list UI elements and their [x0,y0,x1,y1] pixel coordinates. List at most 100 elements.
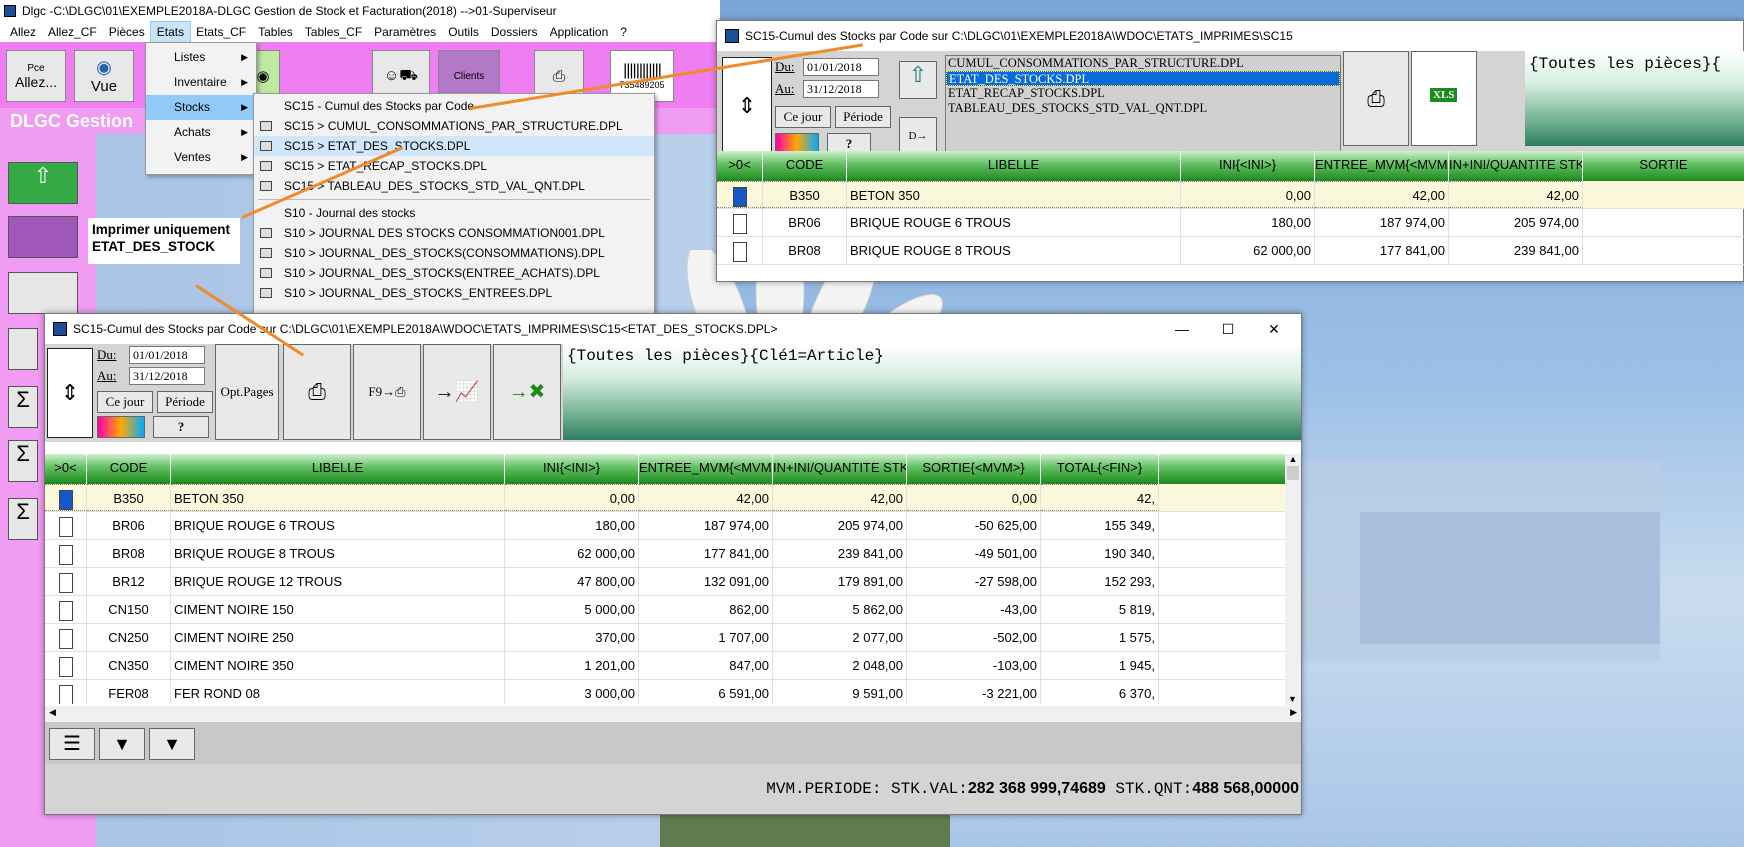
filter-l-button[interactable]: ▼ [149,728,195,760]
menu--[interactable]: ? [614,22,633,42]
dpl-file-item[interactable]: CUMUL_CONSOMMATIONS_PAR_STRUCTURE.DPL [946,56,1340,71]
row-checkbox-cell[interactable] [45,512,87,539]
scroll-thumb[interactable] [1287,466,1299,480]
dpl-file-list[interactable]: CUMUL_CONSOMMATIONS_PAR_STRUCTURE.DPL ETA… [945,55,1341,155]
table-row[interactable]: BR08 BRIQUE ROUGE 8 TROUS 62 000,00 177 841… [717,237,1744,265]
menu-application[interactable]: Application [544,22,615,42]
grid-col-header[interactable]: TOTAL{<FIN>} [1041,454,1159,484]
periode-button[interactable]: Période [835,106,891,128]
menu-etats[interactable]: Etats [149,21,192,43]
chart-export-button[interactable]: →📈 [423,344,491,440]
row-checkbox[interactable] [58,656,73,677]
horizontal-scrollbar[interactable]: ◀ ▶ [45,706,1301,722]
side-up-arrow-button[interactable]: ⇧ [8,162,78,204]
side-sigma-button[interactable]: Σ [8,498,38,540]
etats-menu-item-stocks[interactable]: Stocks ▶ [146,95,256,120]
vue-button[interactable]: ◉ Vue [74,50,134,102]
menu-tables[interactable]: Tables [252,22,299,42]
grid-col-header[interactable]: INI{<INI>} [1181,151,1315,181]
grid-col-header[interactable]: INI{<INI>} [505,454,639,484]
stocks-submenu-item[interactable]: SC15 - Cumul des Stocks par Code [254,96,654,116]
stocks-submenu-item[interactable]: SC15 > ETAT_RECAP_STOCKS.DPL [254,156,654,176]
etats-menu-item-achats[interactable]: Achats ▶ [146,120,256,145]
row-checkbox[interactable] [58,628,73,649]
table-row[interactable]: BR12 BRIQUE ROUGE 12 TROUS 47 800,00 132 09… [45,568,1285,596]
grid-col-header[interactable]: IN+INI/QUANTITE STK/SF [1449,151,1583,181]
menu-outils[interactable]: Outils [442,22,485,42]
row-checkbox-cell[interactable] [45,596,87,623]
table-row[interactable]: CN150 CIMENT NOIRE 150 5 000,00 862,00 5 862… [45,596,1285,624]
scroll-right-icon[interactable]: ▶ [1290,707,1297,718]
menu-pi-ces[interactable]: Pièces [103,22,151,42]
table-row[interactable]: FER08 FER ROND 08 3 000,00 6 591,00 9 591,00… [45,680,1285,704]
grid-col-header[interactable]: CODE [763,151,847,181]
upload-button[interactable]: ⇧ [899,61,937,99]
side-sigma-button[interactable]: Σ [8,440,38,482]
grid-col-header[interactable]: LIBELLE [847,151,1181,181]
etats-menu-item-listes[interactable]: Listes ▶ [146,45,256,70]
opt-pages-button[interactable]: Opt.Pages [215,344,279,440]
table-row[interactable]: BR06 BRIQUE ROUGE 6 TROUS 180,00 187 974,00… [717,209,1744,237]
dpl-file-item[interactable]: ETAT_DES_STOCKS.DPL [946,71,1340,86]
row-checkbox-cell[interactable] [45,652,87,679]
du-date-input[interactable]: 01/01/2018 [803,58,879,76]
table-row[interactable]: B350 BETON 350 0,00 42,00 42,00 0,00 42, [45,484,1285,512]
periode-button[interactable]: Période [157,391,213,413]
grid-col-header[interactable]: IN+INI/QUANTITE STK/SF [773,454,907,484]
stocks-submenu-item[interactable]: S10 - Journal des stocks [254,203,654,223]
row-checkbox-cell[interactable] [717,237,763,264]
row-checkbox[interactable] [732,186,747,207]
grid-col-header[interactable]: SORTIE{<MVM>} [907,454,1041,484]
grid-col-header[interactable]: ENTREE_MVM{<MVM>} [1315,151,1449,181]
row-checkbox[interactable] [58,516,73,537]
side-list-button[interactable] [8,328,38,370]
side-sigma-button[interactable]: Σ [8,386,38,428]
menu-dossiers[interactable]: Dossiers [485,22,544,42]
vertical-scrollbar[interactable]: ▲ ▼ [1285,454,1301,706]
stocks-submenu-item[interactable]: S10 > JOURNAL_DES_STOCKS(ENTREE_ACHATS).… [254,263,654,283]
grid-col-header[interactable]: CODE [87,454,171,484]
stocks-submenu-item[interactable]: SC15 > ETAT_DES_STOCKS.DPL [254,136,654,156]
grid-col-header[interactable]: ENTREE_MVM{<MVM>} [639,454,773,484]
minimize-icon[interactable]: — [1159,314,1205,344]
menu-etats-cf[interactable]: Etats_CF [190,22,252,42]
table-row[interactable]: CN350 CIMENT NOIRE 350 1 201,00 847,00 2 048… [45,652,1285,680]
row-checkbox[interactable] [732,241,747,262]
stocks-submenu-item[interactable]: S10 > JOURNAL_DES_STOCKS_ENTREES.DPL [254,283,654,303]
table-row[interactable]: BR06 BRIQUE ROUGE 6 TROUS 180,00 187 974,00… [45,512,1285,540]
row-checkbox-cell[interactable] [717,181,763,208]
allez-button[interactable]: Pce Allez... [6,50,66,102]
menu-param-tres[interactable]: Paramètres [368,22,442,42]
row-checkbox[interactable] [732,213,747,234]
filter-a-button[interactable]: ▼ [99,728,145,760]
color-palette-button[interactable] [97,416,145,438]
scroll-up-icon[interactable]: ▲ [1285,454,1301,464]
maximize-icon[interactable]: ☐ [1205,314,1251,344]
ce-jour-button[interactable]: Ce jour [97,391,153,413]
table-row[interactable]: BR08 BRIQUE ROUGE 8 TROUS 62 000,00 177 841… [45,540,1285,568]
row-checkbox[interactable] [58,489,73,510]
row-checkbox[interactable] [58,544,73,565]
side-user-cart-button[interactable] [8,272,78,314]
menu-allez-cf[interactable]: Allez_CF [42,22,103,42]
grid-col-header[interactable]: >0< [45,454,87,484]
expand-arrows-icon[interactable]: ⇕ [47,348,93,438]
grid-col-header[interactable]: LIBELLE [171,454,505,484]
excel-export-button[interactable]: →✖ [493,344,561,440]
scroll-left-icon[interactable]: ◀ [49,707,56,718]
table-row[interactable]: CN250 CIMENT NOIRE 250 370,00 1 707,00 2 077… [45,624,1285,652]
print-f9-button[interactable]: F9→⎙ [353,344,421,440]
row-checkbox-cell[interactable] [45,568,87,595]
help-button[interactable]: ? [153,416,209,438]
etats-menu-item-inventaire[interactable]: Inventaire ▶ [146,70,256,95]
dpl-file-item[interactable]: TABLEAU_DES_STOCKS_STD_VAL_QNT.DPL [946,101,1340,116]
menu-tables-cf[interactable]: Tables_CF [299,22,368,42]
menu-lines-button[interactable]: ☰ [49,728,95,760]
stocks-submenu-item[interactable]: S10 > JOURNAL DES STOCKS CONSOMMATION001… [254,223,654,243]
grid-col-header[interactable]: >0< [717,151,763,181]
stocks-submenu-item[interactable]: SC15 > CUMUL_CONSOMMATIONS_PAR_STRUCTURE… [254,116,654,136]
row-checkbox-cell[interactable] [717,209,763,236]
au-date-input[interactable]: 31/12/2018 [129,367,205,385]
row-checkbox[interactable] [58,684,73,704]
row-checkbox[interactable] [58,572,73,593]
